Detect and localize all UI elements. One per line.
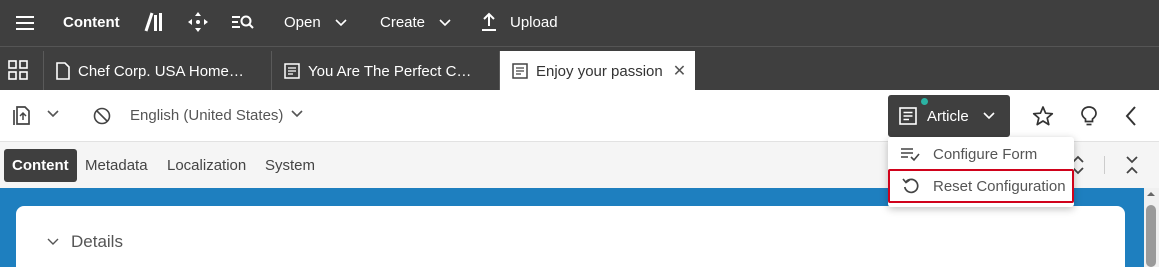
configure-form-item[interactable]: Configure Form <box>888 137 1074 171</box>
top-toolbar: Content Open Create Upload <box>0 0 1159 46</box>
library-icon[interactable] <box>143 11 163 33</box>
star-icon[interactable] <box>1032 105 1054 127</box>
menu-item-label: Configure Form <box>933 145 1038 163</box>
grid-icon[interactable] <box>8 60 28 80</box>
section-title: Details <box>71 232 123 251</box>
document-tab-bar: Chef Corp. USA Home… You Are The Perfect… <box>0 46 1159 91</box>
reset-configuration-item[interactable]: Reset Configuration <box>888 169 1074 203</box>
document-actions-icon[interactable] <box>12 104 32 126</box>
lightbulb-icon[interactable] <box>1080 105 1098 127</box>
tab-metadata[interactable]: Metadata <box>77 149 156 182</box>
chevron-down-icon <box>439 18 451 26</box>
article-type-button[interactable]: Article <box>888 95 1010 137</box>
chevron-down-icon <box>47 238 59 245</box>
article-icon <box>899 107 917 125</box>
close-icon[interactable]: ✕ <box>673 61 686 81</box>
upload-button[interactable]: Upload <box>480 12 558 32</box>
details-panel <box>16 206 1125 267</box>
tab-label: Chef Corp. USA Home… <box>78 62 244 80</box>
tab-localization[interactable]: Localization <box>159 149 254 182</box>
tab-enjoy-passion[interactable]: Enjoy your passion ✕ <box>499 51 695 91</box>
move-icon[interactable] <box>187 11 209 33</box>
open-label: Open <box>284 14 321 31</box>
tab-system[interactable]: System <box>257 149 323 182</box>
chevron-down-icon[interactable] <box>47 110 59 118</box>
reset-icon <box>902 178 919 194</box>
scroll-up-icon[interactable] <box>1146 190 1156 198</box>
language-select[interactable]: English (United States) <box>130 107 283 124</box>
menu-icon[interactable] <box>14 14 36 32</box>
tab-content[interactable]: Content <box>4 149 77 182</box>
globe-off-icon <box>93 107 111 125</box>
status-dot <box>920 97 929 106</box>
tab-label: Enjoy your passion <box>536 62 663 80</box>
create-label: Create <box>380 14 426 31</box>
open-menu-button[interactable]: Open <box>284 14 347 31</box>
article-icon <box>284 63 300 79</box>
article-icon <box>512 63 528 79</box>
collapse-all-icon[interactable] <box>1125 155 1139 175</box>
scrollbar-thumb[interactable] <box>1146 205 1156 267</box>
page-icon <box>56 62 70 80</box>
tab-perfect[interactable]: You Are The Perfect C… <box>271 51 499 91</box>
configure-form-icon <box>901 148 920 162</box>
upload-label: Upload <box>510 13 558 31</box>
chevron-down-icon[interactable] <box>291 110 303 118</box>
tab-label: You Are The Perfect C… <box>308 62 472 80</box>
tab-chef-corp[interactable]: Chef Corp. USA Home… <box>43 51 271 91</box>
details-section-header[interactable]: Details <box>47 232 123 252</box>
create-menu-button[interactable]: Create <box>380 14 451 31</box>
chevron-down-icon <box>983 112 995 120</box>
menu-item-label: Reset Configuration <box>933 177 1066 195</box>
upload-icon <box>482 12 496 31</box>
document-toolbar: English (United States) Article <box>0 90 1159 142</box>
article-menu-dropdown: Configure Form Reset Configuration <box>888 137 1074 207</box>
divider <box>1104 156 1105 174</box>
app-title[interactable]: Content <box>63 14 120 31</box>
article-label: Article <box>927 107 969 125</box>
chevron-down-icon <box>335 18 347 26</box>
chevron-left-icon[interactable] <box>1124 105 1138 127</box>
search-list-icon[interactable] <box>231 11 255 33</box>
